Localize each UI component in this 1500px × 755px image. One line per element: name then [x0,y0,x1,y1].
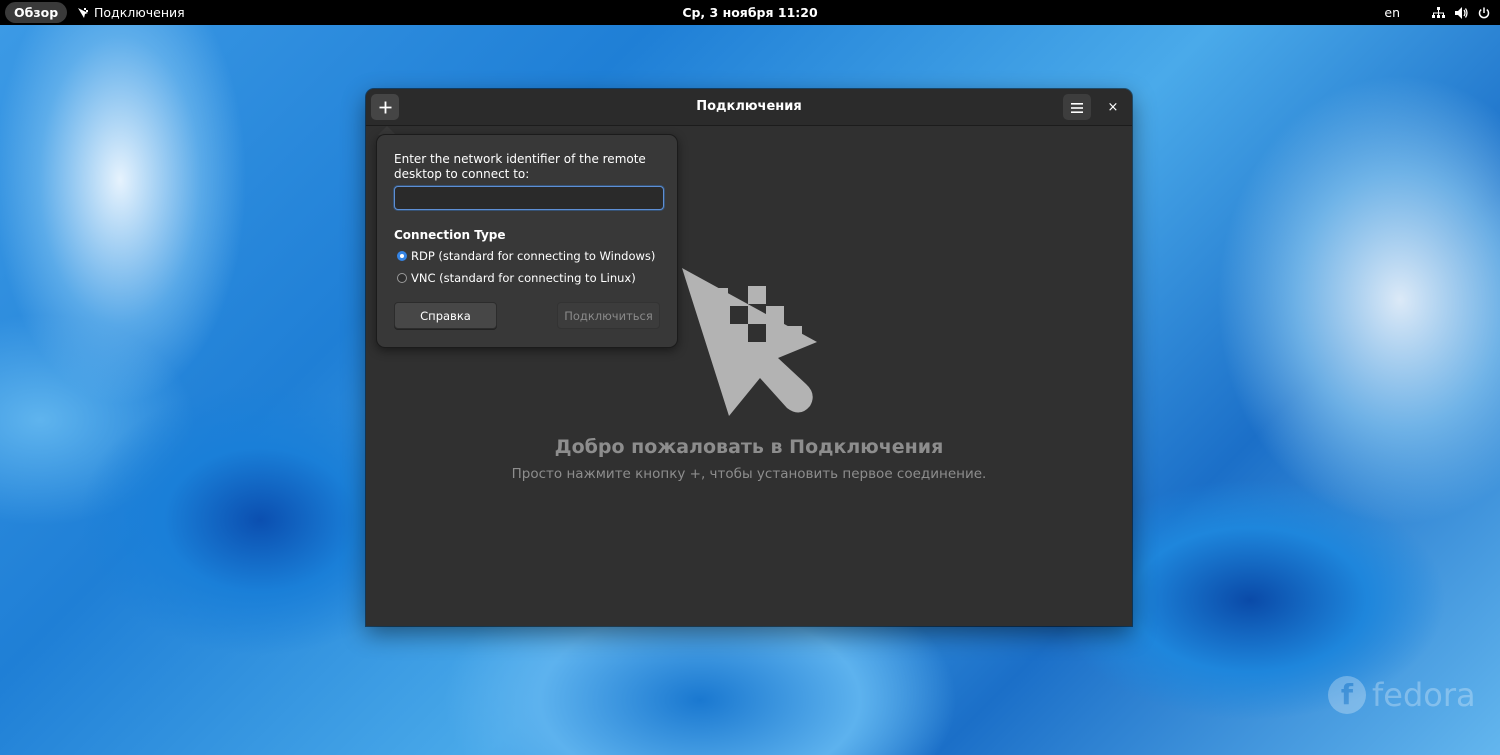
keyboard-layout-indicator[interactable]: en [1384,5,1400,20]
clock[interactable]: Ср, 3 ноября 11:20 [682,5,817,20]
plus-icon [379,94,392,120]
close-window-button[interactable]: × [1099,94,1127,120]
fedora-wordmark: fedora [1372,676,1476,714]
clock-area: Ср, 3 ноября 11:20 [0,0,1500,25]
vnc-option-label: VNC (standard for connecting to Linux) [411,271,636,285]
network-icon[interactable] [1432,6,1445,19]
address-input[interactable] [394,186,664,210]
app-menu[interactable]: Подключения [77,0,185,25]
connection-type-label: Connection Type [394,228,506,242]
top-bar: Обзор Подключения Ср, 3 ноября 11:20 en [0,0,1500,25]
fedora-mark-icon [1328,676,1366,714]
help-button[interactable]: Справка [394,302,497,329]
power-icon[interactable] [1478,7,1490,19]
welcome-title: Добро пожаловать в Подключения [554,436,944,458]
add-connection-button[interactable] [371,94,399,120]
system-tray[interactable]: en [1384,0,1490,25]
volume-icon[interactable] [1455,6,1468,19]
connect-button[interactable]: Подключиться [557,302,660,329]
window-title: Подключения [696,99,802,114]
fedora-logo: fedora [1328,676,1476,714]
rdp-radio[interactable] [397,251,407,261]
vnc-option[interactable]: VNC (standard for connecting to Linux) [397,271,636,285]
rdp-option[interactable]: RDP (standard for connecting to Windows) [397,249,655,263]
vnc-radio[interactable] [397,273,407,283]
main-menu-button[interactable] [1063,94,1091,120]
rdp-option-label: RDP (standard for connecting to Windows) [411,249,656,263]
app-menu-label: Подключения [94,5,185,20]
connect-button-label: Подключиться [564,308,653,323]
activities-button[interactable]: Обзор [5,2,68,23]
close-icon: × [1107,99,1119,115]
new-connection-popover: Enter the network identifier of the remo… [376,134,678,348]
activities-label: Обзор [14,5,59,20]
hamburger-menu-icon [1071,98,1083,117]
header-bar: Подключения × [366,89,1132,126]
remote-cursor-illustration-icon [682,268,817,422]
address-prompt: Enter the network identifier of the remo… [394,152,646,181]
help-button-label: Справка [420,308,471,323]
welcome-subtitle: Просто нажмите кнопку +, чтобы установит… [511,466,987,482]
connections-app-icon [77,7,89,19]
